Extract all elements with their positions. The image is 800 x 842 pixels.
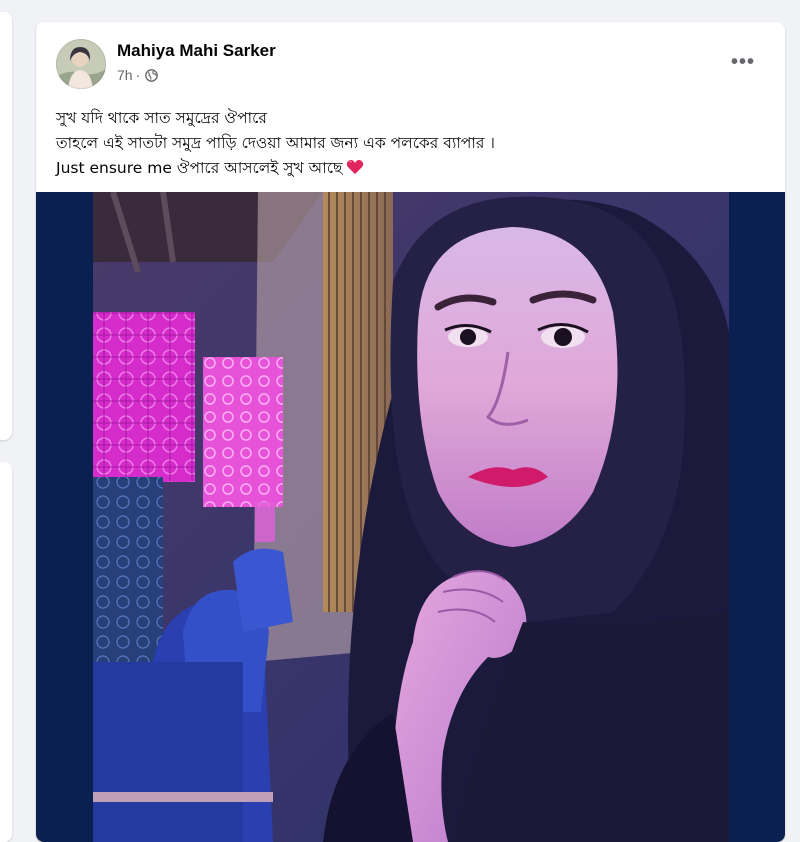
post-media[interactable] [36, 192, 785, 842]
author-avatar[interactable] [56, 39, 106, 89]
post-text-line: সুখ যদি থাকে সাত সমুদ্রের ঔপারে [56, 109, 267, 127]
left-column-card [0, 462, 12, 842]
post-text: সুখ যদি থাকে সাত সমুদ্রের ঔপারে তাহলে এই… [56, 106, 765, 181]
left-column-card [0, 12, 12, 440]
globe-icon[interactable] [145, 68, 159, 82]
red-heart-icon [347, 160, 364, 175]
photo-illustration [93, 192, 729, 842]
post-text-line-with-emoji: Just ensure me ঔপারে আসলেই সুখ আছে [56, 156, 765, 181]
more-icon: ••• [730, 50, 755, 73]
post-photo[interactable] [93, 192, 729, 842]
post-text-line: Just ensure me ঔপারে আসলেই সুখ আছে [56, 159, 343, 177]
meta-separator: · [135, 67, 141, 83]
post-meta: 7h · [117, 67, 159, 83]
feed-post: Mahiya Mahi Sarker 7h · ••• সুখ যদি থাকে… [36, 22, 785, 842]
post-header: Mahiya Mahi Sarker 7h · ••• [36, 22, 785, 102]
more-options-button[interactable]: ••• [725, 50, 761, 74]
author-name[interactable]: Mahiya Mahi Sarker [117, 41, 276, 61]
post-text-line: তাহলে এই সাতটা সমুদ্র পাড়ি দেওয়া আমার … [56, 134, 495, 152]
post-time[interactable]: 7h [117, 67, 133, 83]
